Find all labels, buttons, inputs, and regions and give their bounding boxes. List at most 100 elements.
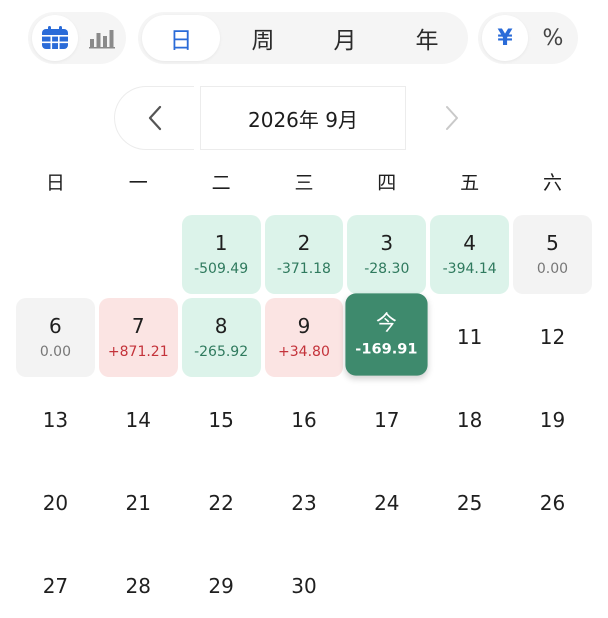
day-number: 17 [374,407,400,432]
day-number: 14 [125,407,151,432]
weekday-tue: 二 [211,172,231,194]
day-button[interactable]: 4 -394.14 [430,215,510,294]
day-button[interactable]: 21 [99,464,178,543]
day-profit-loss: -371.18 [276,261,331,278]
day-button[interactable]: 26 [513,464,592,543]
day-button[interactable]: 7 +871.21 [98,298,178,377]
day-button[interactable]: 6 0.00 [16,298,95,377]
day-button[interactable]: 5 0.00 [513,215,592,294]
calendar-day-cell: 28 [97,546,180,618]
day-button[interactable]: 23 [265,464,344,543]
day-profit-loss: +871.21 [107,344,169,361]
day-button[interactable]: 24 [347,464,426,543]
day-button[interactable]: 15 [182,381,261,460]
tab-day[interactable]: 日 [142,15,220,61]
day-number: 28 [125,573,151,598]
tab-month-label: 月 [333,28,357,54]
day-button[interactable]: 14 [99,381,178,460]
calendar-day-cell: 16 [263,380,346,463]
tab-month[interactable]: 月 [306,15,384,61]
percent-unit-button[interactable]: % [530,15,576,61]
day-button[interactable]: 8 -265.92 [181,298,261,377]
view-toggle [28,12,126,64]
day-button[interactable]: 9 +34.80 [264,298,344,377]
calendar-day-cell: 15 [180,380,263,463]
day-button[interactable]: 16 [265,381,344,460]
month-title: 2026年 9月 [200,86,406,150]
calendar-view-button[interactable] [32,15,78,61]
day-profit-loss: -509.49 [194,261,249,278]
calendar-empty-cell [97,214,180,297]
calendar-day-cell: 26 [511,463,594,546]
calendar-empty-cell [345,546,428,618]
next-month-button[interactable] [412,86,492,150]
today-cell[interactable]: 今 -169.91 [345,293,428,376]
calendar-week-row: 27 28 29 30 [14,546,594,618]
day-number: 13 [42,407,69,432]
day-profit-loss: -265.92 [194,344,249,361]
day-number: 22 [208,490,234,515]
day-profit-loss: 0.00 [39,344,71,361]
calendar-week-row: 6 0.00 7 +871.21 8 -265.92 9 +34.80 今 -169.91 11 12 [14,293,594,380]
chart-view-button[interactable] [80,15,124,61]
calendar-day-cell: 18 [428,380,511,463]
day-number: 27 [42,573,69,598]
calendar-day-cell: 21 [97,463,180,546]
calendar-day-cell: 2 -371.18 [263,214,346,297]
day-button[interactable]: 19 [513,381,592,460]
day-number: 25 [456,490,483,515]
day-button[interactable]: 1 -509.49 [181,215,261,294]
prev-month-button[interactable] [114,86,194,150]
day-button[interactable]: 12 [513,298,592,377]
day-number: 12 [539,324,566,349]
weekday-sat: 六 [542,172,562,194]
day-button[interactable]: 25 [430,464,509,543]
calendar-day-cell: 11 [428,297,511,380]
calendar-day-cell: 24 [345,463,428,546]
day-number: 2 [297,231,311,256]
day-button[interactable]: 20 [16,464,95,543]
day-number: 8 [214,314,228,339]
weekday-mon: 一 [128,172,148,194]
day-number: 今 [376,310,398,336]
day-button[interactable]: 22 [182,464,261,543]
day-profit-loss: -28.30 [364,261,410,278]
calendar-week-row: 1 -509.49 2 -371.18 3 -28.30 4 -394.14 5 0.00 [14,214,594,297]
day-button[interactable]: 30 [265,547,344,618]
day-button[interactable]: 28 [99,547,178,618]
calendar-week-row: 13 14 15 16 17 18 19 [14,380,594,463]
calendar-day-cell: 27 [14,546,97,618]
day-button[interactable]: 18 [430,381,509,460]
day-button[interactable]: 11 [430,298,509,377]
calendar-day-cell: 8 -265.92 [180,297,263,380]
day-number: 11 [456,324,483,349]
calendar-day-cell: 9 +34.80 [263,297,346,380]
day-number: 26 [539,490,566,515]
calendar-day-cell: 23 [263,463,346,546]
tab-day-label: 日 [169,28,193,54]
day-button[interactable]: 17 [347,381,426,460]
calendar-day-cell: 6 0.00 [14,297,97,380]
day-profit-loss: -169.91 [355,341,418,358]
calendar-day-cell: 19 [511,380,594,463]
day-button[interactable]: 2 -371.18 [264,215,344,294]
day-profit-loss: -394.14 [442,261,497,278]
day-button[interactable]: 27 [16,547,95,618]
calendar-day-cell: 30 [263,546,346,618]
day-number: 15 [208,407,234,432]
weekday-wed: 三 [294,172,314,194]
calendar-day-cell: 13 [14,380,97,463]
tab-year[interactable]: 年 [388,15,466,61]
tab-week[interactable]: 周 [224,15,302,61]
day-number: 7 [131,314,145,339]
day-button[interactable]: 3 -28.30 [347,215,427,294]
day-button[interactable]: 29 [182,547,261,618]
day-number: 30 [291,573,317,598]
day-number: 19 [539,407,566,432]
calendar-day-cell: 5 0.00 [511,214,594,297]
currency-unit-button[interactable]: ¥ [482,15,528,61]
day-profit-loss: 0.00 [536,261,569,278]
weekday-fri: 五 [460,172,480,194]
calendar-day-cell: 25 [428,463,511,546]
day-button[interactable]: 13 [16,381,95,460]
